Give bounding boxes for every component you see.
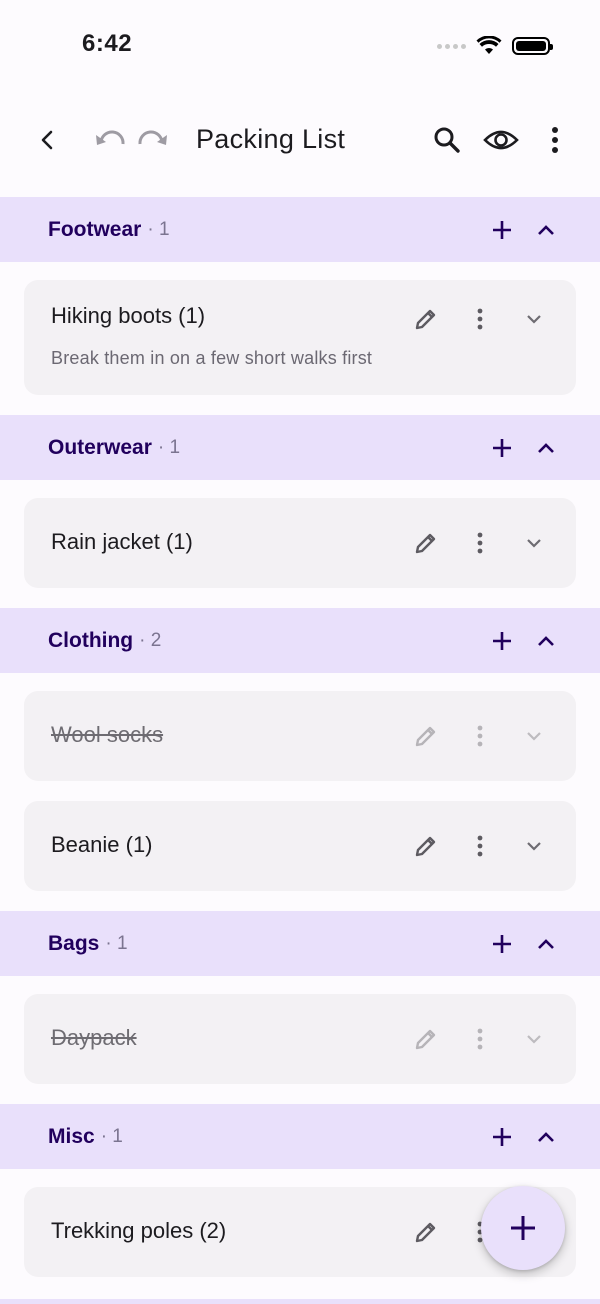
bottom-edge (0, 1299, 600, 1304)
plus-icon[interactable] (482, 1117, 522, 1157)
pencil-icon[interactable] (406, 1016, 446, 1062)
item-name: Hiking boots (1) (51, 303, 206, 328)
item-name: Beanie (1) (51, 832, 153, 857)
pencil-icon[interactable] (406, 520, 446, 566)
plus-icon[interactable] (482, 210, 522, 250)
plus-icon (511, 1216, 535, 1240)
status-time: 6:42 (82, 30, 133, 57)
item-name: Rain jacket (1) (51, 529, 193, 554)
top-app-bar: Packing List (0, 100, 600, 180)
search-icon[interactable] (427, 120, 467, 160)
packing-list: Footwear · 1 Hiking boots (1) Break them… (0, 197, 600, 1297)
more-vert-icon[interactable] (535, 120, 575, 160)
plus-icon[interactable] (482, 621, 522, 661)
list-item[interactable]: Rain jacket (1) (24, 498, 576, 588)
back-arrow-icon[interactable] (28, 120, 68, 160)
more-vert-icon[interactable] (460, 1016, 500, 1062)
battery-icon (512, 37, 553, 55)
group-header-bags[interactable]: Bags · 1 (0, 911, 600, 976)
redo-icon[interactable] (133, 120, 173, 160)
group-count: · 1 (147, 218, 170, 240)
pencil-icon[interactable] (406, 823, 446, 869)
page-title: Packing List (196, 124, 346, 154)
chevron-up-icon[interactable] (526, 1117, 566, 1157)
more-vert-icon[interactable] (460, 713, 500, 759)
wifi-icon (476, 36, 502, 54)
eye-icon[interactable] (481, 120, 521, 160)
add-item-fab[interactable] (481, 1186, 565, 1270)
chevron-down-icon[interactable] (514, 1016, 554, 1062)
group-items: Rain jacket (1) (0, 480, 600, 608)
group-items: Hiking boots (1) Break them in on a few … (0, 262, 600, 415)
list-item[interactable]: Beanie (1) (24, 801, 576, 891)
group-header-footwear[interactable]: Footwear · 1 (0, 197, 600, 262)
item-name: Trekking poles (2) (51, 1218, 227, 1243)
chevron-up-icon[interactable] (526, 924, 566, 964)
group-header-clothing[interactable]: Clothing · 2 (0, 608, 600, 673)
group-name: Clothing (48, 628, 134, 652)
list-item[interactable]: Hiking boots (1) Break them in on a few … (24, 280, 576, 395)
group-name: Outerwear (48, 435, 152, 459)
group-count: · 1 (157, 436, 181, 458)
status-bar: 6:42 (0, 0, 600, 96)
group-count: · 1 (105, 932, 128, 954)
pencil-icon[interactable] (406, 1209, 446, 1255)
group-items: Wool socks Beanie (1) (0, 673, 600, 911)
group-header-outerwear[interactable]: Outerwear · 1 (0, 415, 600, 480)
plus-icon[interactable] (482, 924, 522, 964)
group-items: Daypack (0, 976, 600, 1104)
pencil-icon[interactable] (406, 296, 446, 342)
group-name: Footwear (48, 217, 142, 241)
list-item[interactable]: Wool socks (24, 691, 576, 781)
item-name: Daypack (51, 1025, 137, 1050)
more-vert-icon[interactable] (460, 823, 500, 869)
group-name: Bags (48, 931, 100, 955)
undo-icon[interactable] (90, 120, 130, 160)
chevron-up-icon[interactable] (526, 428, 566, 468)
status-icons (437, 36, 553, 56)
list-item[interactable]: Daypack (24, 994, 576, 1084)
item-name: Wool socks (51, 722, 164, 747)
chevron-up-icon[interactable] (526, 210, 566, 250)
chevron-down-icon[interactable] (514, 713, 554, 759)
item-note: Break them in on a few short walks first (51, 348, 373, 368)
chevron-up-icon[interactable] (526, 621, 566, 661)
chevron-down-icon[interactable] (514, 520, 554, 566)
group-count: · 1 (100, 1125, 123, 1147)
plus-icon[interactable] (482, 428, 522, 468)
group-count: · 2 (139, 629, 162, 651)
cellular-signal-icon (437, 43, 466, 49)
more-vert-icon[interactable] (460, 520, 500, 566)
pencil-icon[interactable] (406, 713, 446, 759)
chevron-down-icon[interactable] (514, 296, 554, 342)
more-vert-icon[interactable] (460, 296, 500, 342)
chevron-down-icon[interactable] (514, 823, 554, 869)
group-header-misc[interactable]: Misc · 1 (0, 1104, 600, 1169)
group-name: Misc (48, 1124, 95, 1148)
